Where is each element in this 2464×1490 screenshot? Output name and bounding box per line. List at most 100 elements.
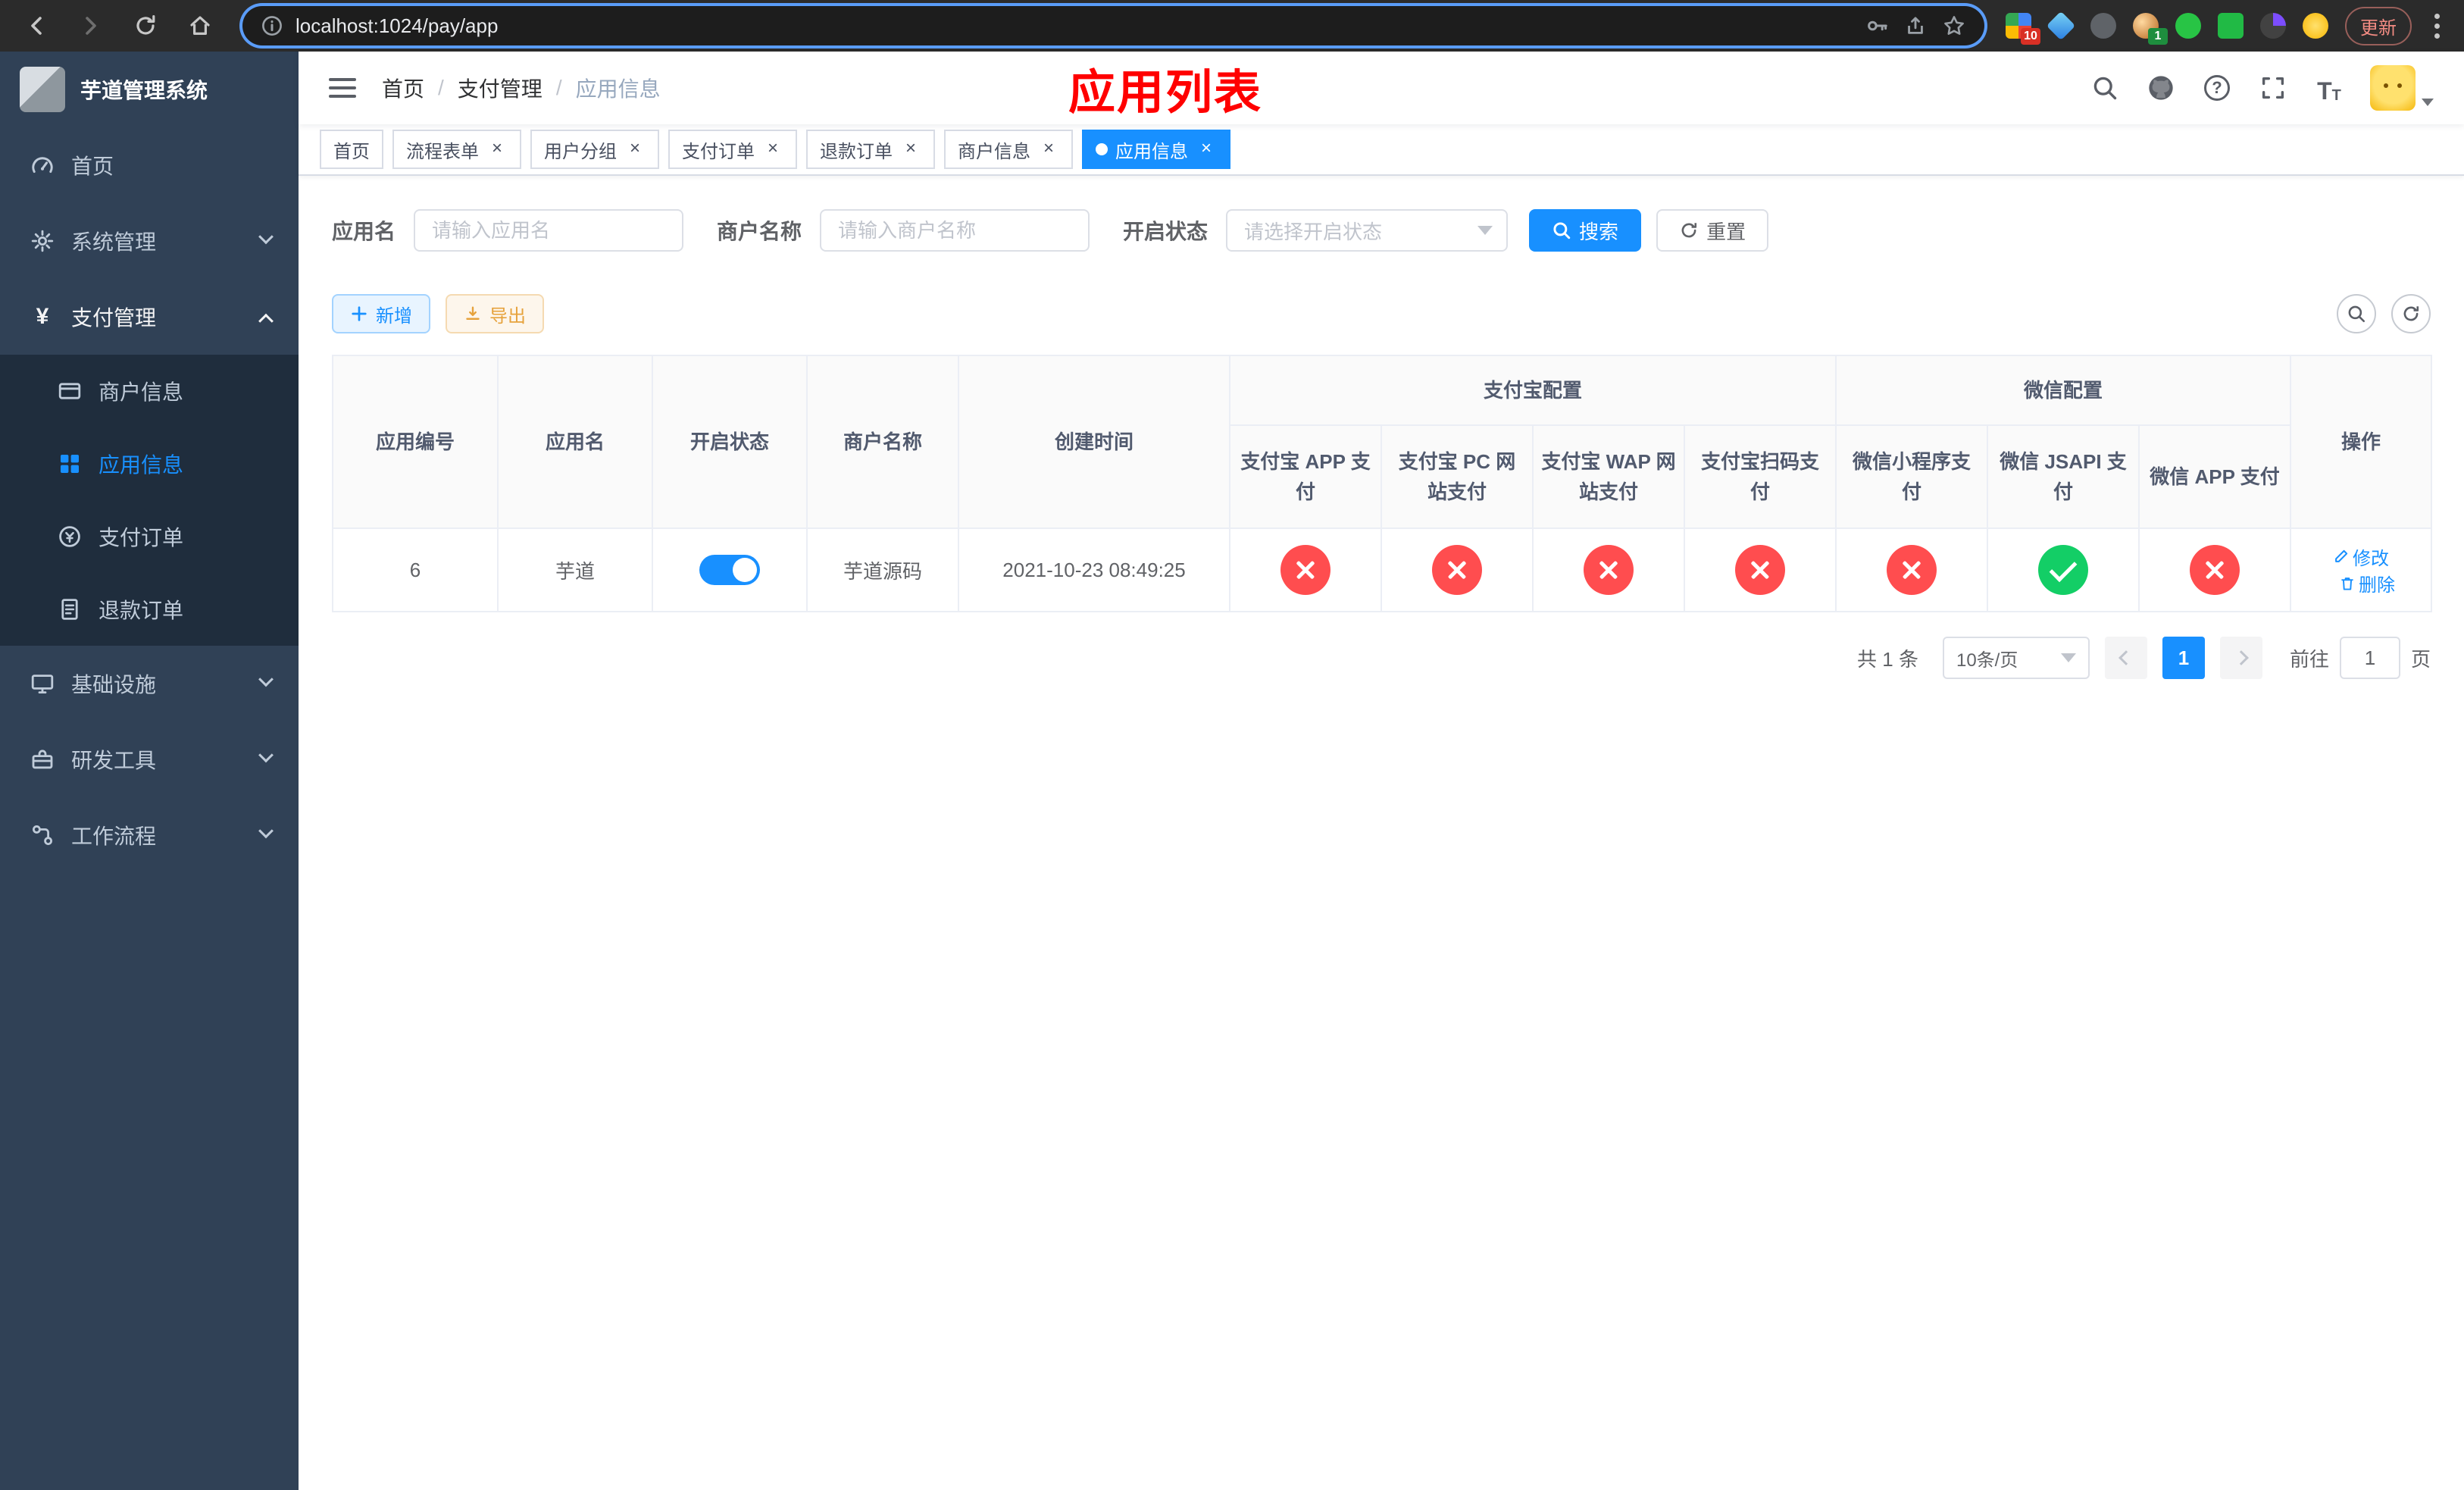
reset-button[interactable]: 重置 bbox=[1656, 209, 1769, 252]
status-select-placeholder: 请选择开启状态 bbox=[1244, 220, 1383, 243]
sidebar-item-merchant-info[interactable]: 商户信息 bbox=[0, 355, 299, 427]
chrome-update-button[interactable]: 更新 bbox=[2345, 6, 2412, 45]
tabs-bar: 首页 流程表单 × 用户分组 × 支付订单 × 退款订单 × 商户信息 × 应用… bbox=[299, 124, 2464, 176]
add-button[interactable]: 新增 bbox=[332, 294, 430, 333]
close-icon[interactable]: × bbox=[762, 139, 783, 160]
app-table: 应用编号 应用名 开启状态 商户名称 创建时间 支付宝配置 微信配置 操作 支付… bbox=[332, 355, 2433, 612]
tab-process-form[interactable]: 流程表单 × bbox=[392, 130, 521, 169]
sidebar-item-workflow[interactable]: 工作流程 bbox=[0, 797, 299, 873]
tab-user-group[interactable]: 用户分组 × bbox=[530, 130, 659, 169]
sidebar-item-app-info[interactable]: 应用信息 bbox=[0, 427, 299, 500]
pay-order-icon bbox=[58, 524, 82, 549]
app-title: 芋道管理系统 bbox=[80, 79, 208, 102]
browser-home-button[interactable] bbox=[179, 5, 221, 47]
help-icon[interactable]: ? bbox=[2202, 73, 2232, 103]
cell-merchant: 芋道源码 bbox=[806, 527, 959, 612]
sidebar-item-home[interactable]: 首页 bbox=[0, 127, 299, 203]
close-icon[interactable]: × bbox=[900, 139, 921, 160]
active-dot bbox=[1096, 143, 1108, 155]
navbar-actions: ? TT bbox=[2090, 65, 2434, 111]
app-name-input[interactable] bbox=[414, 209, 684, 252]
chevron-up-icon bbox=[258, 313, 274, 329]
current-page-button[interactable]: 1 bbox=[2162, 637, 2205, 679]
breadcrumb-payment[interactable]: 支付管理 bbox=[458, 73, 543, 103]
extension-emoji-icon[interactable] bbox=[2303, 13, 2328, 39]
col-created: 创建时间 bbox=[958, 355, 1230, 529]
sidebar-item-refund-orders[interactable]: 退款订单 bbox=[0, 573, 299, 646]
sidebar-item-payment[interactable]: ¥ 支付管理 bbox=[0, 279, 299, 355]
share-icon[interactable] bbox=[1904, 14, 1927, 37]
browser-back-button[interactable] bbox=[15, 5, 58, 47]
search-button[interactable]: 搜索 bbox=[1529, 209, 1642, 252]
close-icon[interactable]: × bbox=[1196, 139, 1217, 160]
search-icon[interactable] bbox=[2090, 73, 2120, 103]
page-size-select[interactable]: 10条/页 bbox=[1942, 637, 2090, 679]
credit-card-icon bbox=[58, 379, 82, 403]
goto-page-input[interactable] bbox=[2339, 637, 2400, 679]
x-icon bbox=[2190, 545, 2240, 595]
close-icon[interactable]: × bbox=[624, 139, 646, 160]
tab-payment-orders[interactable]: 支付订单 × bbox=[668, 130, 797, 169]
sidebar-item-label: 支付订单 bbox=[98, 526, 184, 549]
browser-forward-button[interactable] bbox=[70, 5, 112, 47]
extension-wechat-icon[interactable] bbox=[2175, 13, 2201, 39]
chevron-down-icon bbox=[258, 823, 274, 839]
extension-avatar-icon[interactable]: 1 bbox=[2133, 13, 2168, 45]
cell-created: 2021-10-23 08:49:25 bbox=[958, 527, 1230, 612]
user-avatar[interactable] bbox=[2370, 65, 2416, 111]
delete-button[interactable]: 删除 bbox=[2339, 570, 2395, 596]
bookmark-star-icon[interactable] bbox=[1942, 14, 1966, 38]
sidebar-item-label: 支付管理 bbox=[71, 306, 157, 330]
extension-diamond-icon[interactable] bbox=[2046, 11, 2076, 41]
tab-refund-orders[interactable]: 退款订单 × bbox=[806, 130, 935, 169]
extension-pinwheel-icon[interactable] bbox=[2260, 13, 2286, 39]
breadcrumb: 首页 / 支付管理 / 应用信息 bbox=[382, 73, 661, 103]
breadcrumb-current: 应用信息 bbox=[575, 77, 661, 101]
toggle-search-icon[interactable] bbox=[2337, 294, 2376, 333]
font-size-icon[interactable]: TT bbox=[2314, 73, 2344, 103]
address-bar[interactable]: localhost:1024/pay/app bbox=[242, 6, 1984, 45]
breadcrumb-home[interactable]: 首页 bbox=[382, 73, 424, 103]
chevron-down-icon bbox=[2060, 653, 2076, 662]
user-menu[interactable] bbox=[2370, 65, 2434, 111]
prev-page-button[interactable] bbox=[2104, 637, 2147, 679]
extension-badge: 10 bbox=[2021, 28, 2040, 45]
tab-app-info[interactable]: 应用信息 × bbox=[1082, 130, 1230, 169]
close-icon[interactable]: × bbox=[1038, 139, 1059, 160]
yen-icon: ¥ bbox=[36, 304, 49, 329]
next-page-button[interactable] bbox=[2219, 637, 2262, 679]
merchant-name-label: 商户名称 bbox=[717, 220, 802, 243]
col-alipay-pc: 支付宝 PC 网站支付 bbox=[1381, 424, 1534, 529]
tab-merchant-info[interactable]: 商户信息 × bbox=[944, 130, 1073, 169]
extension-grid-icon[interactable]: 10 bbox=[2006, 13, 2040, 45]
status-select[interactable]: 请选择开启状态 bbox=[1226, 209, 1509, 252]
browser-extensions-area: 10 1 更新 bbox=[2006, 6, 2449, 45]
pagination: 共 1 条 10条/页 1 前往 页 bbox=[332, 637, 2431, 679]
site-info-icon[interactable] bbox=[261, 14, 283, 37]
sidebar-item-payment-orders[interactable]: 支付订单 bbox=[0, 500, 299, 573]
cell-app-id: 6 bbox=[332, 527, 499, 612]
sidebar-toggle-icon[interactable] bbox=[329, 78, 356, 98]
extension-dark-icon[interactable] bbox=[2090, 13, 2116, 39]
merchant-name-input[interactable] bbox=[820, 209, 1090, 252]
sidebar-item-infrastructure[interactable]: 基础设施 bbox=[0, 646, 299, 722]
password-key-icon[interactable] bbox=[1865, 14, 1889, 38]
status-toggle[interactable] bbox=[699, 555, 760, 585]
edit-button[interactable]: 修改 bbox=[2333, 543, 2389, 570]
tab-home[interactable]: 首页 bbox=[320, 130, 383, 169]
fullscreen-icon[interactable] bbox=[2258, 73, 2288, 103]
close-icon[interactable]: × bbox=[486, 139, 508, 160]
col-wx-mini: 微信小程序支付 bbox=[1835, 424, 1989, 529]
sidebar-item-dev-tools[interactable]: 研发工具 bbox=[0, 722, 299, 797]
refresh-icon[interactable] bbox=[2391, 294, 2431, 333]
page-content: 应用名 商户名称 开启状态 请选择开启状态 bbox=[299, 176, 2464, 1490]
extension-note-icon[interactable] bbox=[2218, 13, 2244, 39]
github-icon[interactable] bbox=[2146, 73, 2176, 103]
chrome-menu-icon[interactable] bbox=[2428, 8, 2446, 45]
x-icon bbox=[1735, 545, 1785, 595]
goto-unit: 页 bbox=[2410, 647, 2431, 671]
col-app-id: 应用编号 bbox=[332, 355, 499, 529]
sidebar-item-system[interactable]: 系统管理 bbox=[0, 203, 299, 279]
browser-reload-button[interactable] bbox=[124, 5, 167, 47]
export-button[interactable]: 导出 bbox=[446, 294, 544, 333]
